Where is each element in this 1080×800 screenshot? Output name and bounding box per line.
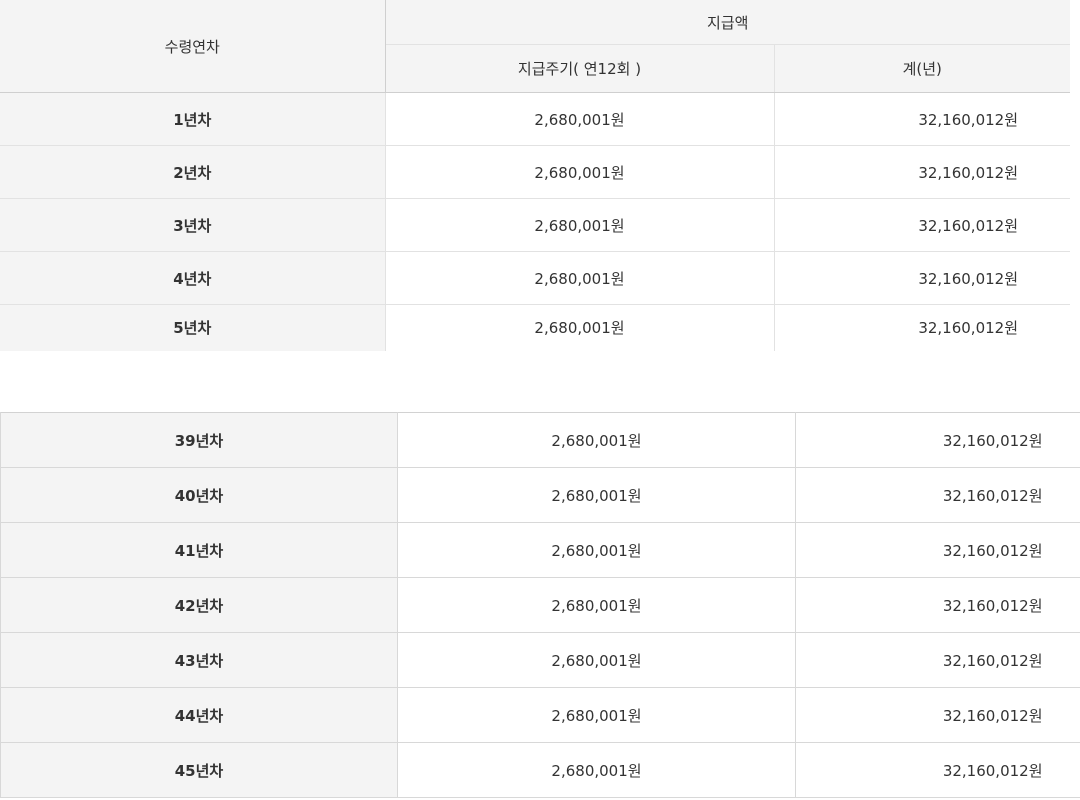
table-row: 4년차 2,680,001원 32,160,012원 [0,251,1070,305]
annual-amount-cell: 32,160,012원 [774,145,1070,199]
header-year: 수령연차 [0,0,386,93]
monthly-amount-cell: 2,680,001원 [397,687,796,743]
annual-amount-cell: 32,160,012원 [795,522,1080,578]
monthly-amount-cell: 2,680,001원 [385,198,775,252]
table-row: 41년차 2,680,001원 32,160,012원 [0,522,1080,578]
annual-amount-cell: 32,160,012원 [795,412,1080,468]
year-cell: 39년차 [0,412,398,468]
year-cell: 5년차 [0,304,386,351]
annual-amount-cell: 32,160,012원 [795,467,1080,523]
table-row: 5년차 2,680,001원 32,160,012원 [0,304,1070,351]
annual-amount-cell: 32,160,012원 [774,251,1070,305]
annual-amount-cell: 32,160,012원 [795,687,1080,743]
table-row: 45년차 2,680,001원 32,160,012원 [0,742,1080,798]
monthly-amount-cell: 2,680,001원 [397,412,796,468]
monthly-amount-cell: 2,680,001원 [385,251,775,305]
header-amount-group: 지급액 [385,0,1070,45]
monthly-amount-cell: 2,680,001원 [397,467,796,523]
header-monthly: 지급주기( 연12회 ) [385,44,775,93]
year-cell: 1년차 [0,92,386,146]
monthly-amount-cell: 2,680,001원 [397,522,796,578]
year-cell: 41년차 [0,522,398,578]
year-cell: 43년차 [0,632,398,688]
monthly-amount-cell: 2,680,001원 [385,92,775,146]
year-cell: 42년차 [0,577,398,633]
year-cell: 44년차 [0,687,398,743]
table-row: 1년차 2,680,001원 32,160,012원 [0,92,1070,146]
annual-amount-cell: 32,160,012원 [795,577,1080,633]
year-cell: 2년차 [0,145,386,199]
monthly-amount-cell: 2,680,001원 [397,742,796,798]
table-row: 43년차 2,680,001원 32,160,012원 [0,632,1080,688]
monthly-amount-cell: 2,680,001원 [397,577,796,633]
payment-table-top: 수령연차 지급액 지급주기( 연12회 ) 계(년) 1년차 2,680,001… [0,0,1070,351]
monthly-amount-cell: 2,680,001원 [385,145,775,199]
table-row: 40년차 2,680,001원 32,160,012원 [0,467,1080,523]
annual-amount-cell: 32,160,012원 [918,319,1018,338]
monthly-amount-cell: 2,680,001원 [397,632,796,688]
monthly-amount-cell: 2,680,001원 [385,304,775,351]
table-row: 2년차 2,680,001원 32,160,012원 [0,145,1070,199]
table-row: 42년차 2,680,001원 32,160,012원 [0,577,1080,633]
year-cell: 4년차 [0,251,386,305]
annual-amount-cell: 32,160,012원 [774,198,1070,252]
year-cell: 40년차 [0,467,398,523]
annual-amount-cell: 32,160,012원 [795,632,1080,688]
header-annual: 계(년) [774,44,1070,93]
payment-table-bottom: 39년차 2,680,001원 32,160,012원 40년차 2,680,0… [0,412,1080,798]
year-cell: 3년차 [0,198,386,252]
table-row: 44년차 2,680,001원 32,160,012원 [0,687,1080,743]
table-row: 39년차 2,680,001원 32,160,012원 [0,412,1080,468]
year-cell: 45년차 [0,742,398,798]
annual-amount-cell: 32,160,012원 [795,742,1080,798]
table-row: 3년차 2,680,001원 32,160,012원 [0,198,1070,252]
annual-amount-cell: 32,160,012원 [774,92,1070,146]
